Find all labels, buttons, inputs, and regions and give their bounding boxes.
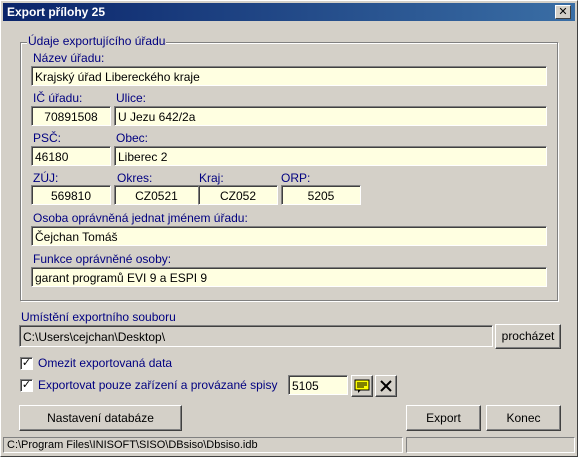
group-title: Údaje exportujícího úřadu xyxy=(27,34,167,48)
label-osoba: Osoba oprávněná jednat jménem úřadu: xyxy=(33,211,248,225)
nazev-field[interactable]: Krajský úřad Libereckého kraje xyxy=(31,66,547,86)
clear-filter-button[interactable] xyxy=(375,375,397,397)
database-settings-button[interactable]: Nastavení databáze xyxy=(19,405,182,431)
ic-field[interactable]: 70891508 xyxy=(31,106,111,126)
only-devices-checkbox[interactable]: ✓ xyxy=(20,379,33,392)
label-orp: ORP: xyxy=(281,171,311,185)
label-ic: IČ úřadu: xyxy=(33,91,83,105)
limit-data-label[interactable]: Omezit exportovaná data xyxy=(38,356,172,370)
close-button[interactable]: ✕ xyxy=(555,5,571,19)
orp-field[interactable]: 5205 xyxy=(281,185,361,205)
label-funkce: Funkce oprávněné osoby: xyxy=(33,252,172,266)
label-zuj: ZÚJ: xyxy=(33,171,59,185)
osoba-field[interactable]: Čejchan Tomáš xyxy=(31,226,547,246)
okres-field[interactable]: CZ0521 xyxy=(114,185,199,205)
ulice-field[interactable]: U Jezu 642/2a xyxy=(114,106,547,126)
label-nazev: Název úřadu: xyxy=(33,51,105,65)
note-icon xyxy=(354,379,370,393)
export-path-field[interactable]: C:\Users\cejchan\Desktop\ xyxy=(19,325,493,347)
label-psc: PSČ: xyxy=(33,131,62,145)
obec-field[interactable]: Liberec 2 xyxy=(114,146,547,166)
label-okres: Okres: xyxy=(117,171,153,185)
label-ulice: Ulice: xyxy=(116,91,147,105)
only-devices-label[interactable]: Exportovat pouze zařízení a provázané sp… xyxy=(38,378,277,392)
label-kraj: Kraj: xyxy=(199,171,224,185)
status-bar-path: C:\Program Files\INISOFT\SISO\DBsiso\Dbs… xyxy=(3,437,403,453)
close-dialog-button[interactable]: Konec xyxy=(486,405,561,431)
status-bar-right xyxy=(406,437,575,453)
psc-field[interactable]: 46180 xyxy=(31,146,111,166)
funkce-field[interactable]: garant programů EVI 9 a ESPI 9 xyxy=(31,267,547,287)
browse-button[interactable]: procházet xyxy=(495,324,561,349)
kraj-field[interactable]: CZ052 xyxy=(198,185,278,205)
title-bar[interactable]: Export přílohy 25 ✕ xyxy=(3,3,575,21)
clear-icon xyxy=(380,380,392,392)
limit-data-checkbox[interactable]: ✓ xyxy=(20,357,33,370)
filter-value-field[interactable]: 5105 xyxy=(288,375,348,395)
note-button[interactable] xyxy=(351,375,373,397)
label-umisteni: Umístění exportního souboru xyxy=(21,310,176,324)
export-button[interactable]: Export xyxy=(406,405,481,431)
zuj-field[interactable]: 569810 xyxy=(31,185,111,205)
label-obec: Obec: xyxy=(116,131,149,145)
export-dialog: Export přílohy 25 ✕ Údaje exportujícího … xyxy=(0,0,578,457)
window-title: Export přílohy 25 xyxy=(7,5,106,19)
